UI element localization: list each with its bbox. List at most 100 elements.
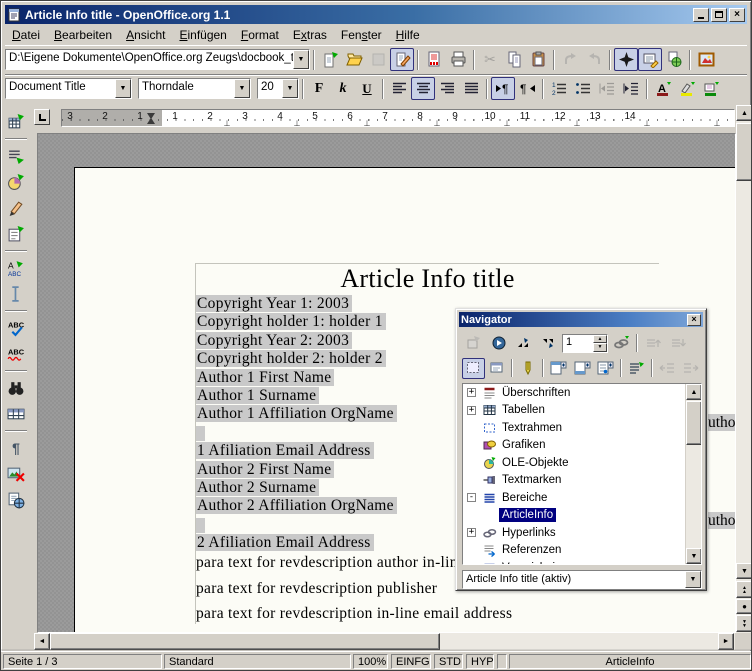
spin-up-button[interactable]: ▲ <box>593 335 607 344</box>
tree-item-graphics[interactable]: Grafiken <box>463 437 701 455</box>
expand-toggle[interactable]: - <box>467 493 476 502</box>
bold-button[interactable]: F <box>307 77 331 100</box>
navigation-button[interactable] <box>487 333 511 354</box>
edit-file-button[interactable] <box>390 48 414 71</box>
url-dropdown-button[interactable]: ▼ <box>293 50 309 69</box>
menu-item-einfügen[interactable]: Einfügen <box>172 26 233 44</box>
gallery-button[interactable] <box>694 48 718 71</box>
promote-level-button[interactable] <box>656 358 679 379</box>
cut-button[interactable]: ✂ <box>478 48 502 71</box>
insert-button[interactable] <box>3 143 29 169</box>
copy-button[interactable] <box>502 48 526 71</box>
font-size-value[interactable]: 20 <box>258 79 282 98</box>
align-left-button[interactable] <box>387 77 411 100</box>
page-number-value[interactable]: 1 <box>563 335 593 352</box>
left-to-right-button[interactable]: ¶ <box>491 77 515 100</box>
next-button[interactable] <box>537 333 561 354</box>
anchor-button[interactable] <box>516 358 539 379</box>
horizontal-scrollbar[interactable]: ◄ ► <box>34 633 735 650</box>
navigator-window[interactable]: Navigator × 1 ▲▼ <box>455 308 707 591</box>
scroll-down-button[interactable]: ▼ <box>736 563 752 579</box>
section-status[interactable]: ArticleInfo <box>509 654 751 669</box>
tree-item-hyperlinks[interactable]: + Hyperlinks <box>463 524 701 542</box>
justify-button[interactable] <box>459 77 483 100</box>
underline-button[interactable]: U <box>355 77 379 100</box>
tree-item-text-frames[interactable]: Textrahmen <box>463 419 701 437</box>
url-input[interactable]: D:\Eigene Dokumente\OpenOffice.org Zeugs… <box>6 50 293 69</box>
align-center-button[interactable] <box>411 77 435 100</box>
print-button[interactable] <box>446 48 470 71</box>
page-status[interactable]: Seite 1 / 3 <box>3 654 162 669</box>
zoom-status[interactable]: 100% <box>353 654 388 669</box>
tree-item-ole-objects[interactable]: OLE-Objekte <box>463 454 701 472</box>
minimize-button[interactable] <box>693 8 709 22</box>
menu-item-datei[interactable]: Datei <box>5 26 47 44</box>
document-paragraph[interactable]: para text for revdescription in-line ema… <box>196 605 659 623</box>
footer-button[interactable] <box>571 358 594 379</box>
chapter-up-button[interactable] <box>641 333 665 354</box>
tree-scroll-down-button[interactable]: ▼ <box>686 548 702 564</box>
form-functions-button[interactable] <box>3 221 29 247</box>
previous-page-button[interactable]: ▲▲ <box>736 581 752 598</box>
spellcheck-button[interactable]: ABC <box>3 315 29 341</box>
font-name-dropdown[interactable]: ▼ <box>234 79 250 98</box>
paragraph-style-value[interactable]: Document Title <box>6 79 115 98</box>
document-selector-value[interactable]: Article Info title (aktiv) <box>463 571 685 588</box>
spin-down-button[interactable]: ▼ <box>593 343 607 352</box>
tree-item-indexes[interactable]: Verzeichnisse <box>463 559 701 565</box>
tree-scrollbar[interactable]: ▲ ▼ <box>685 384 701 564</box>
tree-item-sections[interactable]: - Bereiche <box>463 489 701 507</box>
font-color-button[interactable]: A <box>651 77 675 100</box>
expand-toggle[interactable]: + <box>467 388 476 397</box>
content-view-button[interactable] <box>462 358 485 379</box>
maximize-button[interactable] <box>711 8 727 22</box>
navigator-tree[interactable]: + Überschriften + Tabellen Textrahmen Gr… <box>462 383 702 565</box>
nonprinting-characters-button[interactable]: ¶ <box>3 435 29 461</box>
tree-item-articleinfo[interactable]: ArticleInfo <box>463 507 701 525</box>
new-document-button[interactable] <box>318 48 342 71</box>
previous-button[interactable] <box>512 333 536 354</box>
redo-button[interactable] <box>582 48 606 71</box>
navigator-close-button[interactable]: × <box>687 314 701 326</box>
auto-spellcheck-button[interactable]: ABC <box>3 341 29 367</box>
decrease-indent-button[interactable] <box>595 77 619 100</box>
undo-button[interactable] <box>558 48 582 71</box>
hyperlink-dialog-button[interactable] <box>662 48 686 71</box>
indent-marker[interactable] <box>146 112 156 125</box>
tree-scroll-thumb[interactable] <box>686 401 702 445</box>
font-size-dropdown[interactable]: ▼ <box>282 79 298 98</box>
chapter-down-button[interactable] <box>666 333 690 354</box>
expand-toggle[interactable]: + <box>467 406 476 415</box>
draw-functions-button[interactable] <box>3 195 29 221</box>
insert-mode-status[interactable]: EINFG <box>391 654 431 669</box>
listbox-button[interactable] <box>625 358 648 379</box>
hyperlink-mode-status[interactable]: HYP <box>466 654 494 669</box>
paragraph-style-dropdown[interactable]: ▼ <box>115 79 131 98</box>
tab-type-selector[interactable] <box>34 109 50 125</box>
font-name-value[interactable]: Thorndale <box>139 79 234 98</box>
set-reminder-button[interactable] <box>486 358 509 379</box>
tree-scroll-up-button[interactable]: ▲ <box>686 384 702 400</box>
direct-cursor-button[interactable] <box>3 281 29 307</box>
title-bar[interactable]: Article Info title - OpenOffice.org 1.1 … <box>5 5 747 24</box>
align-right-button[interactable] <box>435 77 459 100</box>
menu-item-format[interactable]: Format <box>234 26 286 44</box>
selection-mode-status[interactable]: STD <box>434 654 463 669</box>
tree-item-tables[interactable]: + Tabellen <box>463 402 701 420</box>
navigator-toggle-button[interactable] <box>614 48 638 71</box>
scroll-left-button[interactable]: ◄ <box>34 633 50 650</box>
tree-item-headings[interactable]: + Überschriften <box>463 384 701 402</box>
graphics-toggle-button[interactable] <box>3 461 29 487</box>
numbered-list-button[interactable]: 12 <box>547 77 571 100</box>
export-pdf-button[interactable] <box>422 48 446 71</box>
scroll-right-button[interactable]: ► <box>718 633 734 650</box>
save-button[interactable] <box>366 48 390 71</box>
paragraph-background-button[interactable] <box>699 77 723 100</box>
paste-button[interactable] <box>526 48 550 71</box>
right-to-left-button[interactable]: ¶ <box>515 77 539 100</box>
autotext-button[interactable]: AABC <box>3 255 29 281</box>
document-selector-dropdown[interactable]: ▼ <box>685 571 701 588</box>
find-replace-button[interactable] <box>3 375 29 401</box>
menu-item-ansicht[interactable]: Ansicht <box>119 26 172 44</box>
vertical-scroll-thumb[interactable] <box>736 123 752 181</box>
